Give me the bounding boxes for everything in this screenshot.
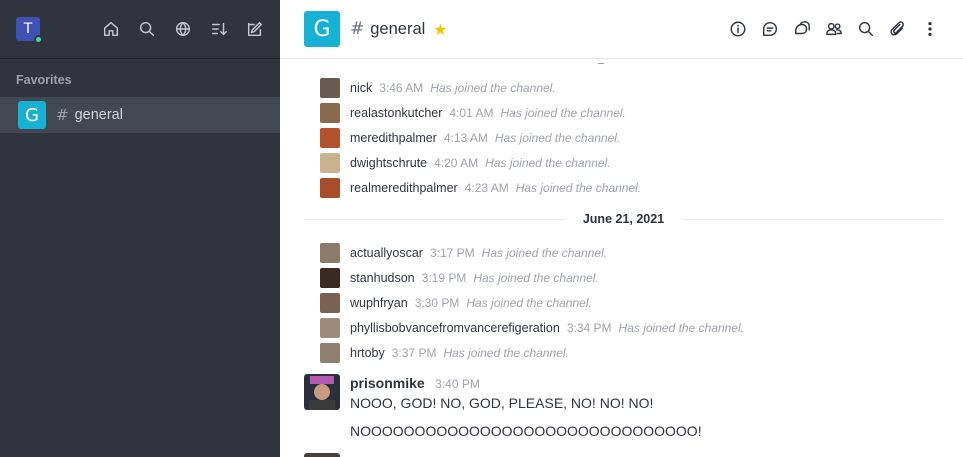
divider-line xyxy=(682,218,943,220)
system-message-text: Has joined the channel. xyxy=(430,81,556,95)
room-avatar: G xyxy=(18,101,46,129)
system-message: realastonkutcher 4:01 AM Has joined the … xyxy=(320,103,626,123)
system-message: meredithpalmer 4:13 AM Has joined the ch… xyxy=(320,128,620,148)
system-message-text: Has joined the channel. xyxy=(500,106,626,120)
system-message: phyllisbobvancefromvancerefigeration 3:3… xyxy=(320,318,744,338)
username[interactable]: wuphfryan xyxy=(350,296,408,310)
room-header: G # general ★ xyxy=(280,0,963,59)
home-icon[interactable] xyxy=(100,18,122,40)
user-avatar-initial: T xyxy=(23,21,33,37)
username[interactable]: meredithpalmer xyxy=(350,131,437,145)
system-message-text: Has joined the channel. xyxy=(618,321,744,335)
avatar[interactable] xyxy=(320,318,340,338)
avatar[interactable] xyxy=(320,78,340,98)
system-message-text: Has joined the channel. xyxy=(494,131,621,145)
sidebar-header: T xyxy=(0,0,280,59)
message-time: 4:13 AM xyxy=(443,131,488,145)
system-message: actuallyoscar 3:17 PM Has joined the cha… xyxy=(320,243,607,263)
system-message-text: Has joined the channel. xyxy=(466,296,592,310)
hash-icon: # xyxy=(350,19,365,39)
date-divider: June 21, 2021 xyxy=(304,212,943,226)
avatar[interactable] xyxy=(320,178,340,198)
discussion-icon[interactable] xyxy=(759,18,781,40)
system-message-text: Has joined the channel. xyxy=(515,181,642,195)
avatar[interactable] xyxy=(320,153,340,173)
username[interactable]: nick xyxy=(350,81,372,95)
sort-icon[interactable] xyxy=(208,18,230,40)
sidebar-toolbar xyxy=(100,18,266,40)
username[interactable]: hrtoby xyxy=(350,346,385,360)
system-message-text: Has joined the channel. xyxy=(443,346,569,360)
user-avatar[interactable]: T xyxy=(16,17,43,44)
search-icon[interactable] xyxy=(136,18,158,40)
sidebar-item-general[interactable]: G # general xyxy=(0,97,280,133)
message-text: NOOO, GOD! NO, GOD, PLEASE, NO! NO! NO! xyxy=(350,395,654,411)
system-message: nick 3:46 AM Has joined the channel. xyxy=(320,78,556,98)
username[interactable]: realmeredithpalmer xyxy=(350,181,458,195)
username[interactable]: prisonmike xyxy=(350,375,425,391)
system-message-text: Has joined the channel. xyxy=(485,156,611,170)
members-icon[interactable] xyxy=(823,18,845,40)
scroll-clip-mark xyxy=(598,60,604,64)
create-new-icon[interactable] xyxy=(244,18,266,40)
message-header: prisonmike 3:40 PM xyxy=(350,375,480,393)
message-time: 3:34 PM xyxy=(566,321,612,335)
message-time: 3:37 PM xyxy=(391,346,437,360)
username[interactable]: dwightschrute xyxy=(350,156,427,170)
message-time: 3:40 PM xyxy=(435,377,480,391)
username[interactable]: stanhudson xyxy=(350,271,415,285)
sidebar: T Favorites G # general xyxy=(0,0,280,457)
avatar[interactable] xyxy=(304,374,340,410)
avatar[interactable] xyxy=(320,128,340,148)
system-message: stanhudson 3:19 PM Has joined the channe… xyxy=(320,268,599,288)
username[interactable]: realastonkutcher xyxy=(350,106,442,120)
username[interactable]: phyllisbobvancefromvancerefigeration xyxy=(350,321,560,335)
kebab-icon[interactable] xyxy=(919,18,941,40)
app: T Favorites G # general G # general ★ ni… xyxy=(0,0,963,457)
message-time: 3:30 PM xyxy=(414,296,460,310)
date-divider-label: June 21, 2021 xyxy=(582,212,665,226)
room-toolbar xyxy=(727,18,941,40)
room-title: general xyxy=(370,19,426,38)
sidebar-item-label: general xyxy=(74,107,123,123)
system-message-text: Has joined the channel. xyxy=(473,271,599,285)
system-message-text: Has joined the channel. xyxy=(481,246,608,260)
message-time: 4:23 AM xyxy=(464,181,509,195)
online-status-icon xyxy=(34,35,43,44)
message-time: 4:20 AM xyxy=(434,156,479,170)
system-message: wuphfryan 3:30 PM Has joined the channel… xyxy=(320,293,592,313)
room-header-avatar: G xyxy=(304,11,340,47)
avatar[interactable] xyxy=(320,103,340,123)
message-time: 3:17 PM xyxy=(429,246,475,260)
message-time: 4:01 AM xyxy=(449,106,494,120)
message-time: 3:19 PM xyxy=(421,271,467,285)
avatar[interactable] xyxy=(320,268,340,288)
hash-icon: # xyxy=(56,106,69,124)
system-message: hrtoby 3:37 PM Has joined the channel. xyxy=(320,343,569,363)
directory-icon[interactable] xyxy=(172,18,194,40)
avatar[interactable] xyxy=(304,453,340,457)
avatar[interactable] xyxy=(320,243,340,263)
info-icon[interactable] xyxy=(727,18,749,40)
system-message: dwightschrute 4:20 AM Has joined the cha… xyxy=(320,153,611,173)
username[interactable]: actuallyoscar xyxy=(350,246,423,260)
favorite-star-icon[interactable]: ★ xyxy=(433,20,447,39)
favorites-section-title: Favorites xyxy=(16,73,72,87)
message-text: NOOOOOOOOOOOOOOOOOOOOOOOOOOOOOOO! xyxy=(350,423,702,439)
search-icon[interactable] xyxy=(855,18,877,40)
avatar[interactable] xyxy=(320,343,340,363)
threads-icon[interactable] xyxy=(791,18,813,40)
message-list: nick 3:46 AM Has joined the channel. rea… xyxy=(280,60,963,457)
message-time: 3:46 AM xyxy=(379,81,424,95)
system-message: realmeredithpalmer 4:23 AM Has joined th… xyxy=(320,178,641,198)
main-panel: G # general ★ nick 3:46 AM Has joined th… xyxy=(280,0,963,457)
divider-line xyxy=(304,218,565,220)
avatar[interactable] xyxy=(320,293,340,313)
attachment-icon[interactable] xyxy=(887,18,909,40)
